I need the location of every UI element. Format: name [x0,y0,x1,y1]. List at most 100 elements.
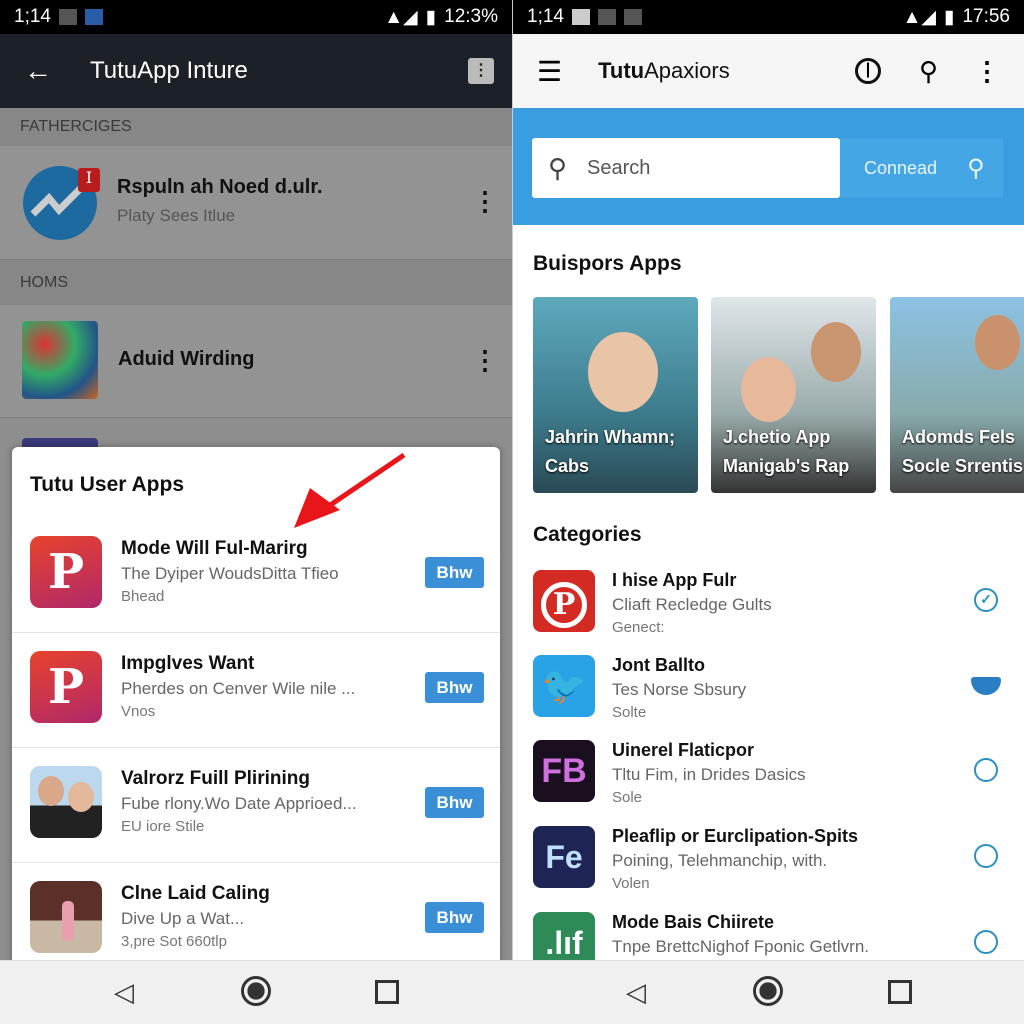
back-arrow-icon[interactable]: ← [24,55,52,87]
search-placeholder: Search [587,156,651,179]
notification-icon [571,9,590,25]
recents-nav-icon[interactable] [888,980,912,1004]
recents-nav-icon[interactable] [375,980,399,1004]
notification-icon [623,9,642,25]
category-subtitle: Poining, Telehmanchip, with. [612,851,828,870]
notification-icon [58,9,77,25]
kebab-menu-icon[interactable]: ⋮ [472,345,498,376]
app-meta: 3,pre Sot 660tlp [121,933,227,950]
categories-heading: Categories [533,523,642,546]
app-bar: ← TutuApp Inture ⋮ [0,34,512,108]
app-subtitle: Dive Up a Wat... [121,909,245,928]
twitter-icon: 🐦 [533,655,595,717]
search-icon: ⚲ [548,152,568,183]
radio-button[interactable] [974,758,998,782]
notification-icon [597,9,616,25]
fb-logo-icon: FB [533,740,595,802]
app-title: Valrorz Fuill Plirining [121,768,310,789]
search-banner: ⚲ Search Connead ⚲ [513,108,1024,225]
featured-card[interactable]: Adomds Fels Socle Srrentis [890,297,1024,493]
app-title-bold: Tutu [598,58,645,83]
search-submit-icon[interactable]: ⚲ [967,154,985,183]
card-subtitle: Cabs [545,456,590,476]
app-icon [22,321,98,399]
navigation-bar: ◁ ◁ [0,960,1024,1024]
radio-button[interactable] [974,930,998,954]
category-meta: Genect: [612,619,665,636]
more-options-icon[interactable]: ⋮ [974,56,1000,87]
annotation-arrow-icon [294,452,406,528]
app-meta: EU iore Stile [121,818,205,835]
signal-icon: ▲◢ [384,6,418,28]
card-subtitle: Socle Srrentis [902,456,1024,476]
app-row[interactable]: P Mode Will Ful-Marirg The Dyiper WoudsD… [12,518,500,633]
card-subtitle: Manigab's Rap [723,456,850,476]
more-options-icon[interactable]: ⋮ [468,58,494,84]
user-apps-dialog: Tutu User Apps P Mode Will Ful-Marirg Th… [12,447,500,967]
dancer-photo [30,881,102,953]
back-nav-icon[interactable]: ◁ [626,977,646,1008]
app-row[interactable]: Valrorz Fuill Plirining Fube rlony.Wo Da… [12,748,500,863]
kebab-menu-icon[interactable]: ⋮ [472,186,498,217]
app-title-rest: Apaxiors [644,58,730,83]
category-title: Uinerel Flaticpor [612,740,755,760]
install-button[interactable]: Bhw [425,787,484,818]
pinterest-icon: P [30,536,102,608]
back-nav-icon[interactable]: ◁ [114,977,134,1008]
list-item[interactable]: I Rspuln ah Noed d.ulr. Platy Sees Itlue… [0,146,512,260]
notification-icon [84,9,103,25]
pinterest-icon: P [30,651,102,723]
status-time: 1;14 [527,6,564,27]
status-clock: 17:56 [962,6,1010,27]
list-item[interactable]: Aduid Wirding ⋮ [0,305,512,418]
category-subtitle: Tes Norse Sbsury [612,680,747,699]
status-bar: 1;14 ▲◢ ▮ 12:3% [0,0,512,34]
item-title: Aduid Wirding [118,348,255,370]
section-header: FATHERCIGES [0,108,512,146]
featured-card[interactable]: J.chetio App Manigab's Rap [711,297,876,493]
connect-button[interactable]: Connead [864,158,937,179]
category-title: Jont Ballto [612,655,705,675]
category-row[interactable]: 🐦 Jont Ballto Tes Norse Sbsury Solte [533,655,1013,740]
radio-button[interactable] [974,844,998,868]
app-subtitle: The Dyiper WoudsDitta Tfieo [121,564,339,583]
category-row[interactable]: FB Uinerel Flaticpor Tltu Fim, in Drides… [533,740,1013,825]
page-title: TutuApp Inture [90,57,248,84]
notification-badge: I [78,168,100,192]
category-title: I hise App Fulr [612,570,737,590]
checked-circle-icon[interactable]: ✓ [974,588,998,612]
install-button[interactable]: Bhw [425,672,484,703]
category-title: Pleaflip or Eurclipation-Spits [612,826,859,846]
app-row[interactable]: P Impglves Want Pherdes on Cenver Wile n… [12,633,500,748]
power-icon[interactable]: | [854,58,881,84]
category-subtitle: Tnpe BrettcNighof Fponic Getlvrn. [612,937,870,956]
hamburger-menu-icon[interactable]: ☰ [537,55,562,88]
status-battery-text: 12:3% [444,6,498,27]
featured-heading: Buispors Apps [533,252,682,275]
partial-toggle-icon[interactable] [971,677,1001,695]
app-subtitle: Pherdes on Cenver Wile nile ... [121,679,356,698]
right-screen: 1;14 ▲◢ ▮ 17:56 ☰ TutuApaxiors | ⚲ ⋮ ⚲ Sea… [513,0,1024,1024]
category-subtitle: Tltu Fim, in Drides Dasics [612,765,806,784]
app-title: Mode Will Ful-Marirg [121,538,308,559]
home-nav-icon[interactable] [241,976,271,1006]
couple-photo [30,766,102,838]
install-button[interactable]: Bhw [425,557,484,588]
signal-icon: ▲◢ [902,6,936,28]
card-title: J.chetio App [723,427,831,447]
search-actions: Connead ⚲ [840,138,1003,198]
item-title: Rspuln ah Noed d.ulr. [117,176,323,198]
left-screen: 1;14 ▲◢ ▮ 12:3% ← TutuApp Inture ⋮ FATHERC… [0,0,512,1024]
category-row[interactable]: Fe Pleaflip or Eurclipation-Spits Poinin… [533,826,1013,911]
search-icon[interactable]: ⚲ [919,56,938,87]
category-row[interactable]: P I hise App Fulr Cliaft Recledge Gults … [533,570,1013,655]
search-input[interactable]: ⚲ Search [532,138,840,198]
battery-icon: ▮ [425,6,437,28]
app-title: Clne Laid Caling [121,883,270,904]
home-nav-icon[interactable] [753,976,783,1006]
featured-card[interactable]: Jahrin Whamn; Cabs [533,297,698,493]
app-bar: ☰ TutuApaxiors | ⚲ ⋮ [513,34,1024,108]
dialog-title: Tutu User Apps [30,473,185,496]
category-title: Mode Bais Chiirete [612,912,775,932]
install-button[interactable]: Bhw [425,902,484,933]
